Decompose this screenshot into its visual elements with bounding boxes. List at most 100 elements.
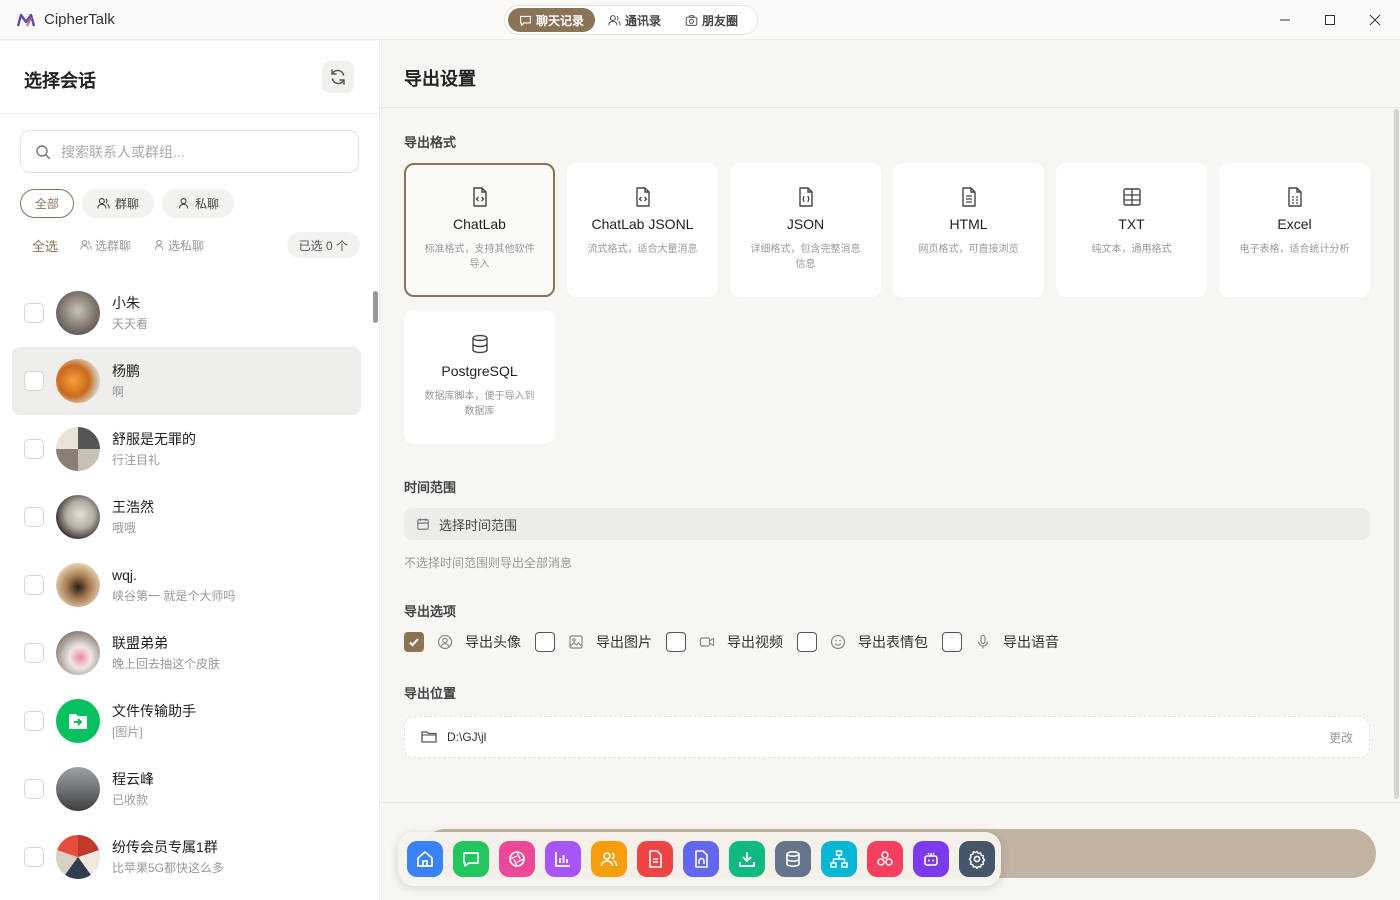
mic-icon	[977, 634, 989, 649]
person-icon	[154, 239, 164, 250]
maximize-button[interactable]	[1320, 10, 1340, 30]
select-groups-button[interactable]: 选群聊	[80, 237, 131, 254]
format-card-postgresql[interactable]: PostgreSQL 数据库脚本，便于导入到数据库	[404, 310, 555, 444]
dock-moments-button[interactable]	[499, 841, 535, 877]
contact-item[interactable]: 文件传输助手 [图片]	[12, 687, 361, 755]
option-checkbox[interactable]	[404, 632, 424, 652]
contact-item[interactable]: wqj. 峡谷第一 就是个大师吗	[12, 551, 361, 619]
select-private-button[interactable]: 选私聊	[153, 237, 204, 254]
chip-label: 群聊	[115, 197, 140, 211]
minimize-icon	[1280, 19, 1290, 21]
contact-item[interactable]: 程云峰 已收款	[12, 755, 361, 823]
spreadsheet-icon	[1287, 187, 1302, 207]
dock-voice-button[interactable]	[683, 841, 719, 877]
search-input[interactable]	[61, 143, 331, 160]
format-card-chatlab-jsonl[interactable]: ChatLab JSONL 流式格式，适合大量消息	[567, 163, 718, 297]
change-path-button[interactable]: 更改	[1329, 729, 1353, 746]
avatar-icon	[437, 634, 453, 650]
contact-checkbox[interactable]	[24, 439, 44, 459]
option-export-avatar[interactable]: 导出头像	[404, 632, 521, 652]
top-tab-bar: 聊天记录 通讯录 朋友圈	[504, 5, 758, 35]
close-icon	[1369, 14, 1381, 26]
time-range-hint: 不选择时间范围则导出全部消息	[404, 556, 573, 570]
filter-group-chip[interactable]: 群聊	[82, 189, 155, 218]
option-label: 导出头像	[465, 634, 521, 650]
filter-private-chip[interactable]: 私聊	[162, 189, 235, 218]
export-path-field[interactable]: D:\GJ\jl 更改	[404, 716, 1370, 758]
contact-item[interactable]: 王浩然 哦哦	[12, 483, 361, 551]
dock-structure-button[interactable]	[821, 841, 857, 877]
sitemap-icon	[830, 850, 848, 868]
contact-last-message: 晚上回去抽这个皮肤	[112, 657, 221, 671]
page-title: 导出设置	[404, 69, 476, 89]
dock-ai-button[interactable]	[913, 841, 949, 877]
dock-export-button[interactable]	[729, 841, 765, 877]
option-checkbox[interactable]	[797, 632, 817, 652]
format-name: ChatLab	[453, 216, 506, 232]
select-private-label: 选私聊	[168, 238, 205, 253]
folder-icon	[421, 731, 437, 743]
tab-label: 聊天记录	[536, 13, 585, 28]
smile-icon	[830, 634, 846, 650]
contact-last-message: 已收款	[112, 793, 149, 807]
contact-list-scrollbar[interactable]	[373, 291, 378, 323]
dock-analytics-button[interactable]	[545, 841, 581, 877]
option-label: 导出视频	[727, 634, 783, 650]
contact-checkbox[interactable]	[24, 575, 44, 595]
tab-chat-records[interactable]: 聊天记录	[508, 8, 596, 32]
dock-contacts-button[interactable]	[591, 841, 627, 877]
contact-item[interactable]: 纷传会员专属1群 比苹果5G都快这么多	[12, 823, 361, 891]
dock-home-button[interactable]	[407, 841, 443, 877]
option-export-stickers[interactable]: 导出表情包	[797, 632, 928, 652]
contact-checkbox[interactable]	[24, 643, 44, 663]
format-card-json[interactable]: JSON 详细格式，包含完整消息信息	[730, 163, 881, 297]
format-name: JSON	[786, 216, 825, 232]
format-description: 详细格式，包含完整消息信息	[750, 244, 861, 270]
minimize-button[interactable]	[1275, 10, 1295, 30]
dock-report-button[interactable]	[637, 841, 673, 877]
contact-checkbox[interactable]	[24, 371, 44, 391]
contact-checkbox[interactable]	[24, 847, 44, 867]
option-checkbox[interactable]	[942, 632, 962, 652]
contact-checkbox[interactable]	[24, 711, 44, 731]
camera-icon	[685, 14, 698, 26]
contact-checkbox[interactable]	[24, 779, 44, 799]
close-button[interactable]	[1365, 10, 1385, 30]
dock-network-button[interactable]	[867, 841, 903, 877]
tab-contacts[interactable]: 通讯录	[597, 8, 672, 32]
dock-chat-button[interactable]	[453, 841, 489, 877]
file-code-icon	[472, 187, 487, 207]
contact-checkbox[interactable]	[24, 303, 44, 323]
format-card-txt[interactable]: TXT 纯文本，通用格式	[1056, 163, 1207, 297]
format-card-chatlab[interactable]: ChatLab 标准格式，支持其他软件导入	[404, 163, 555, 297]
option-export-voice[interactable]: 导出语音	[942, 632, 1059, 652]
contact-item[interactable]: 联盟弟弟 晚上回去抽这个皮肤	[12, 619, 361, 687]
time-range-picker[interactable]: 选择时间范围	[404, 508, 1370, 540]
filter-all-chip[interactable]: 全部	[20, 189, 75, 218]
option-export-images[interactable]: 导出图片	[535, 632, 652, 652]
dock-database-button[interactable]	[775, 841, 811, 877]
contact-name: 王浩然	[112, 499, 154, 515]
contact-item[interactable]: 舒服是无罪的 行注目礼	[12, 415, 361, 483]
contact-item[interactable]: 小朱 天天看	[12, 279, 361, 347]
format-card-excel[interactable]: Excel 电子表格，适合统计分析	[1219, 163, 1370, 297]
avatar	[56, 291, 100, 335]
option-checkbox[interactable]	[666, 632, 686, 652]
option-checkbox[interactable]	[535, 632, 555, 652]
format-card-html[interactable]: HTML 网页格式，可直接浏览	[893, 163, 1044, 297]
title-bar: CipherTalk 聊天记录 通讯录 朋友圈	[0, 0, 1400, 40]
contact-last-message: 行注目礼	[112, 453, 161, 467]
dock-settings-button[interactable]	[959, 841, 995, 877]
select-all-button[interactable]: 全选	[32, 236, 58, 255]
format-description: 标准格式，支持其他软件导入	[424, 244, 535, 270]
search-box[interactable]	[20, 130, 359, 173]
option-export-video[interactable]: 导出视频	[666, 632, 783, 652]
tab-moments[interactable]: 朋友圈	[674, 8, 749, 32]
folder-transfer-icon	[69, 714, 87, 729]
contact-checkbox[interactable]	[24, 507, 44, 527]
contact-item[interactable]: 杨鹏啊	[12, 347, 361, 415]
tab-label: 朋友圈	[702, 13, 739, 28]
settings-scrollbar[interactable]	[1394, 109, 1399, 799]
database-icon	[471, 334, 488, 354]
refresh-button[interactable]	[322, 61, 354, 93]
